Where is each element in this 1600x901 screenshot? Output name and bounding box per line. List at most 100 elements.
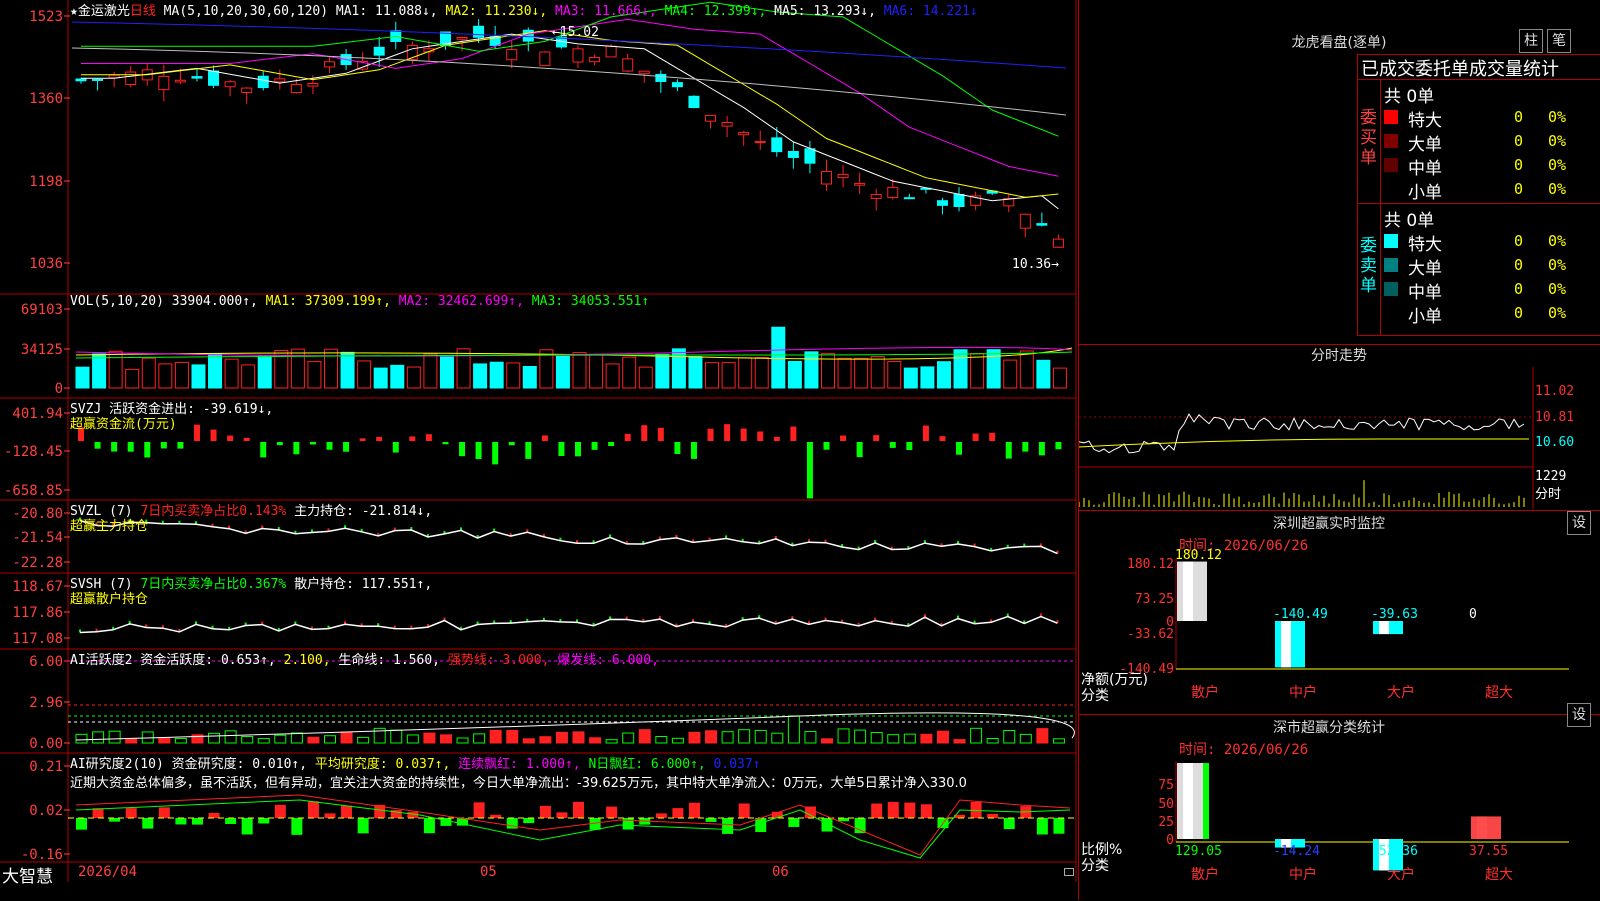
flow-bar bbox=[591, 442, 598, 450]
volume-bar bbox=[854, 357, 869, 389]
volume-bar bbox=[340, 351, 355, 389]
flow-bar bbox=[922, 425, 929, 441]
candle-body bbox=[804, 148, 816, 164]
volume-bar bbox=[191, 364, 206, 389]
sz-class-chart-svg: 7550250散户129.05中户-14.24大户-52.36超大37.55 bbox=[1158, 761, 1569, 883]
flow-bar bbox=[790, 426, 797, 441]
activity-bar bbox=[721, 731, 734, 744]
research-bar bbox=[887, 801, 899, 818]
candle-body bbox=[771, 137, 783, 153]
candle-body bbox=[191, 76, 203, 79]
value-label: -39.63 bbox=[1371, 607, 1418, 622]
sell-side-label: 委卖单 bbox=[1360, 236, 1377, 296]
research-bar bbox=[788, 818, 800, 827]
flow-bar bbox=[757, 431, 764, 441]
activity-bar bbox=[224, 730, 237, 744]
flow-bar bbox=[127, 442, 134, 452]
research-bar bbox=[324, 813, 336, 818]
buy-total: 共 0单 bbox=[1384, 87, 1435, 107]
research-bar bbox=[258, 818, 270, 824]
flow-bar bbox=[343, 442, 350, 452]
date-axis-label-1: 2026/04 bbox=[78, 864, 138, 880]
research-bar bbox=[904, 802, 916, 818]
volume-bar bbox=[920, 366, 935, 389]
buy-section: 委买单 共 0单 特大 0 0% 大单 0 0% 中单 0 0% 小单 0 0% bbox=[1358, 79, 1600, 204]
intraday-price-tick: 10.60 bbox=[1535, 435, 1574, 450]
candle-body bbox=[572, 48, 584, 63]
flow-bar bbox=[575, 442, 581, 457]
candle-body bbox=[125, 71, 137, 85]
ai-research-header: AI研究度2(10) 资金研究度: 0.010↑, 平均研究度: 0.037↑,… bbox=[70, 753, 761, 772]
ai-active-header: AI活跃度2 资金活跃度: 0.653↑, 2.100, 生命线: 1.560,… bbox=[70, 649, 659, 668]
y-tick-label: 1360 bbox=[29, 91, 63, 107]
header-item: 生命线: 1.560, bbox=[330, 653, 440, 668]
activity-bar bbox=[257, 738, 270, 744]
longhu-header: 已成交委托单成交量统计 bbox=[1361, 59, 1559, 80]
intraday-price-tick: 11.02 bbox=[1535, 384, 1574, 399]
ma1-line bbox=[81, 33, 1059, 210]
activity-bar bbox=[589, 737, 602, 744]
bar-stripe bbox=[1203, 763, 1209, 839]
bar-red bbox=[1471, 816, 1501, 839]
header-item: MA1: 11.088↓, bbox=[328, 4, 438, 19]
candle-body bbox=[589, 56, 601, 63]
volume-bar bbox=[837, 357, 852, 389]
candle-body bbox=[307, 82, 319, 87]
lock-icon[interactable] bbox=[1064, 868, 1074, 876]
flow-bar bbox=[160, 442, 167, 449]
activity-bar bbox=[324, 735, 336, 744]
flow-bar bbox=[1022, 442, 1029, 452]
chart-y-tick: 75 bbox=[1158, 778, 1174, 793]
chart-y-tick: -140.49 bbox=[1119, 662, 1174, 677]
header-item: 2.100, bbox=[275, 653, 331, 668]
activity-bar bbox=[473, 733, 486, 744]
y-tick-label: 1036 bbox=[29, 256, 63, 272]
intraday-panel[interactable]: 分时走势 11.02 10.81 10.60 1229 分时 bbox=[1079, 344, 1600, 509]
header-item: MA3: 11.666↓, bbox=[547, 4, 657, 19]
volume-bar bbox=[307, 361, 322, 389]
kline-chart-svg[interactable]: 1523 1360 1198 1036 69103 34125 0 401.94 -128.45… bbox=[0, 0, 1078, 882]
research-bar bbox=[655, 813, 667, 818]
research-bar bbox=[506, 818, 518, 829]
research-bar bbox=[606, 806, 618, 818]
y-tick-label: 401.94 bbox=[12, 406, 63, 422]
activity-bar bbox=[705, 730, 718, 744]
row-name: 中单 bbox=[1408, 159, 1442, 179]
research-bar bbox=[274, 804, 286, 818]
volume-bar bbox=[158, 363, 173, 389]
research-bar bbox=[705, 818, 717, 822]
candle-body bbox=[837, 173, 849, 179]
y-tick-label: 6.00 bbox=[29, 654, 63, 670]
longhu-row: 特大 0 0% bbox=[1384, 230, 1600, 255]
activity-bar bbox=[158, 737, 171, 744]
flow-bar bbox=[724, 424, 731, 441]
flow-bar bbox=[541, 435, 548, 441]
btn-bi[interactable]: 笔 bbox=[1547, 29, 1571, 53]
research-bar bbox=[241, 818, 253, 835]
volume-bar bbox=[506, 362, 521, 389]
btn-zhu[interactable]: 柱 bbox=[1519, 29, 1543, 53]
activity-bar bbox=[903, 733, 916, 744]
research-bar bbox=[738, 803, 750, 818]
volume-bar bbox=[257, 355, 272, 389]
volume-bar bbox=[108, 350, 123, 389]
chart-y-tick: 50 bbox=[1158, 797, 1174, 812]
buy-side-label: 委买单 bbox=[1360, 108, 1377, 168]
research-bar bbox=[76, 818, 87, 830]
y-tick-label: 0.21 bbox=[29, 759, 63, 775]
y-tick-label: 0.00 bbox=[29, 736, 63, 752]
left-chart-area[interactable]: 1523 1360 1198 1036 69103 34125 0 401.94 -128.45… bbox=[0, 0, 1078, 882]
volume-bar bbox=[903, 367, 918, 389]
flow-bar bbox=[707, 428, 714, 441]
intraday-chart-svg[interactable]: 11.02 10.81 10.60 1229 分时 bbox=[1079, 367, 1600, 509]
candle-body bbox=[241, 87, 253, 93]
header-item: ★ bbox=[70, 4, 78, 19]
activity-bar bbox=[936, 730, 949, 744]
candle-body bbox=[738, 131, 750, 136]
flow-bar bbox=[641, 425, 648, 441]
header-item: MA4: 12.399↓, bbox=[656, 4, 767, 19]
volume-bar bbox=[141, 357, 156, 389]
candle-body bbox=[1036, 223, 1048, 226]
volume-bar bbox=[572, 352, 587, 389]
flow-bar bbox=[459, 442, 466, 457]
